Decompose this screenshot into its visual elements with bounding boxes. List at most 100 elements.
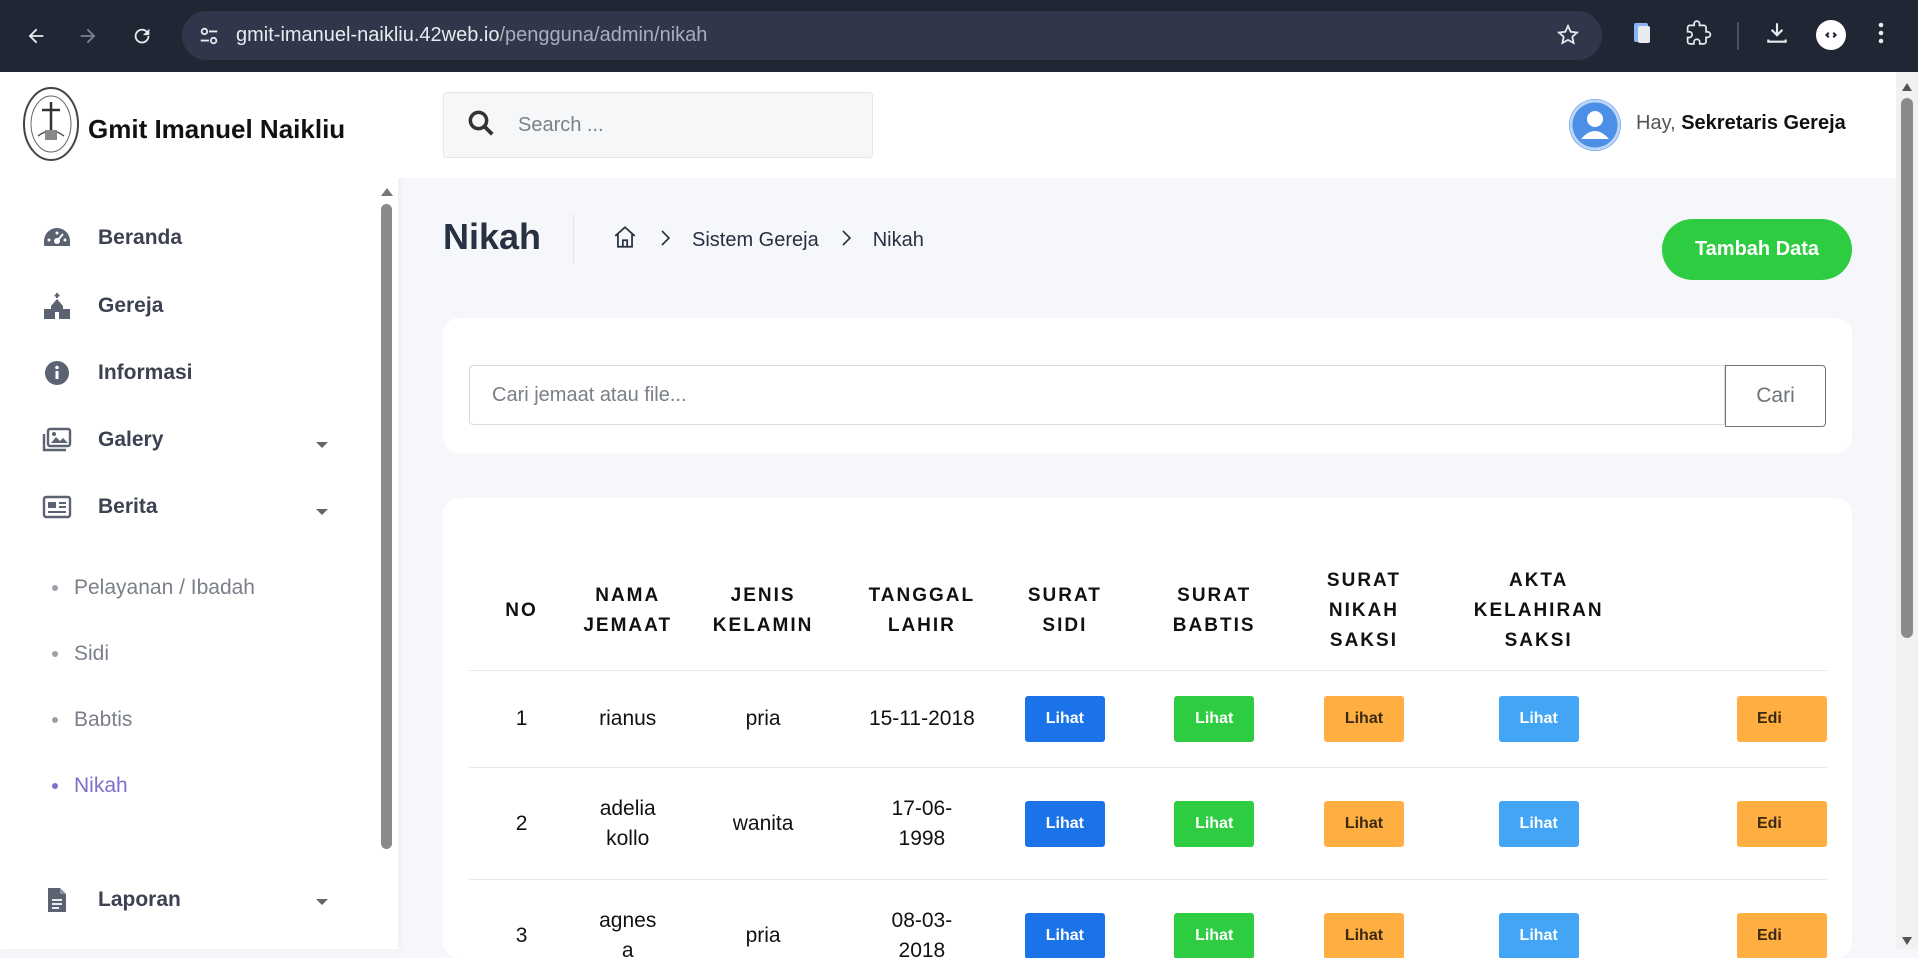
chevron-right-icon <box>660 229 670 252</box>
user-avatar-icon[interactable] <box>1569 99 1621 151</box>
extensions-puzzle-icon[interactable] <box>1686 20 1712 51</box>
breadcrumb-link[interactable]: Sistem Gereja <box>692 229 819 252</box>
laporan-caret-icon[interactable] <box>316 899 328 905</box>
scroll-down-icon[interactable] <box>1902 932 1912 950</box>
view-akta-kelahiran-button[interactable]: Lihat <box>1499 696 1579 742</box>
greeting-prefix: Hay, <box>1636 112 1676 134</box>
info-icon <box>40 360 74 386</box>
cell-nama: rianus <box>574 671 681 768</box>
table-scroll-area[interactable]: NO NAMAJEMAAT JENISKELAMIN TANGGALLAHIR … <box>469 498 1827 958</box>
subitem-label: Pelayanan / Ibadah <box>74 576 255 600</box>
reload-icon[interactable] <box>126 20 158 52</box>
col-header-akta-kelahiran-saksi: AKTAKELAHIRANSAKSI <box>1430 552 1647 671</box>
download-icon[interactable] <box>1764 20 1790 51</box>
cell-aksi: Edi <box>1647 880 1827 958</box>
col-header-jenis: JENISKELAMIN <box>681 552 844 671</box>
sidebar-item-label: Gereja <box>98 294 163 318</box>
view-surat-nikah-saksi-button[interactable]: Lihat <box>1324 913 1404 958</box>
view-surat-babtis-button[interactable]: Lihat <box>1174 801 1254 847</box>
sidebar-item-galery[interactable]: Galery <box>40 420 340 460</box>
home-icon[interactable] <box>612 224 638 256</box>
profile-icon[interactable] <box>1816 20 1846 50</box>
scroll-up-icon[interactable] <box>1902 78 1912 96</box>
browser-toolbar: gmit-imanuel-naikliu.42web.io/pengguna/a… <box>0 0 1918 72</box>
subitem-pelayanan[interactable]: Pelayanan / Ibadah <box>52 576 255 600</box>
view-surat-sidi-button[interactable]: Lihat <box>1025 913 1105 958</box>
sidebar-scroll-up-icon[interactable] <box>380 184 394 202</box>
cell-aksi: Edi <box>1647 671 1827 768</box>
sidebar-item-beranda[interactable]: Beranda <box>40 218 340 258</box>
table-row: 3 agnesa pria 08-03-2018 Lihat Lihat Lih… <box>469 880 1827 958</box>
chevron-right-icon <box>841 229 851 252</box>
cell-surat-nikah-saksi: Lihat <box>1298 768 1431 880</box>
sidebar-item-label: Laporan <box>98 888 181 912</box>
view-surat-nikah-saksi-button[interactable]: Lihat <box>1324 696 1404 742</box>
view-surat-sidi-button[interactable]: Lihat <box>1025 801 1105 847</box>
view-surat-babtis-button[interactable]: Lihat <box>1174 913 1254 958</box>
address-bar[interactable]: gmit-imanuel-naikliu.42web.io/pengguna/a… <box>182 11 1602 60</box>
site-info-icon[interactable] <box>198 25 220 52</box>
bullet-dot <box>52 585 58 591</box>
col-header-no: NO <box>469 552 574 671</box>
brand-name[interactable]: Gmit Imanuel Naikliu <box>88 114 345 145</box>
edit-button[interactable]: Edi <box>1737 696 1827 742</box>
cell-akta-kelahiran-saksi: Lihat <box>1430 671 1647 768</box>
view-surat-sidi-button[interactable]: Lihat <box>1025 696 1105 742</box>
subitem-nikah[interactable]: Nikah <box>52 774 128 798</box>
sidebar-scrollbar[interactable] <box>381 204 392 849</box>
col-header-aksi <box>1647 552 1827 671</box>
edit-button[interactable]: Edi <box>1737 801 1827 847</box>
sidebar-item-laporan[interactable]: Laporan <box>40 880 340 920</box>
berita-caret-icon[interactable] <box>316 509 328 515</box>
cell-jenis: wanita <box>681 768 844 880</box>
subitem-babtis[interactable]: Babtis <box>52 708 132 732</box>
cell-tanggal: 17-06-1998 <box>845 768 999 880</box>
sidebar-item-label: Informasi <box>98 361 193 385</box>
cell-surat-babtis: Lihat <box>1131 768 1298 880</box>
sidebar-item-gereja[interactable]: Gereja <box>40 286 340 326</box>
sidebar-item-informasi[interactable]: Informasi <box>40 353 340 393</box>
church-icon <box>40 292 74 320</box>
add-data-button[interactable]: Tambah Data <box>1662 219 1852 280</box>
bookmark-star-icon[interactable] <box>1556 23 1580 52</box>
sidebar-item-label: Galery <box>98 428 163 452</box>
global-search[interactable] <box>443 92 873 158</box>
page-scroll-thumb[interactable] <box>1901 98 1913 638</box>
subitem-label: Babtis <box>74 708 132 732</box>
top-header: Hay, Sekretaris Gereja <box>398 72 1896 178</box>
forward-icon[interactable] <box>72 20 104 52</box>
bullet-dot <box>52 651 58 657</box>
subitem-sidi[interactable]: Sidi <box>52 642 109 666</box>
page-title: Nikah <box>443 216 541 258</box>
view-surat-nikah-saksi-button[interactable]: Lihat <box>1324 801 1404 847</box>
search-icon[interactable] <box>466 108 496 143</box>
search-input[interactable] <box>516 113 840 138</box>
filter-input[interactable] <box>469 365 1725 425</box>
edit-button[interactable]: Edi <box>1737 913 1827 958</box>
cell-tanggal: 15-11-2018 <box>845 671 999 768</box>
view-akta-kelahiran-button[interactable]: Lihat <box>1499 913 1579 958</box>
menu-kebab-icon[interactable] <box>1876 20 1886 51</box>
view-akta-kelahiran-button[interactable]: Lihat <box>1499 801 1579 847</box>
col-header-nama: NAMAJEMAAT <box>574 552 681 671</box>
title-divider <box>573 214 574 264</box>
back-icon[interactable] <box>20 20 52 52</box>
extension-doc-icon[interactable] <box>1630 20 1654 51</box>
toolbar-divider <box>1737 22 1739 50</box>
view-surat-babtis-button[interactable]: Lihat <box>1174 696 1254 742</box>
user-greeting[interactable]: Hay, Sekretaris Gereja <box>1636 112 1846 135</box>
sidebar: Gmit Imanuel Naikliu Beranda Gereja Info… <box>0 72 398 949</box>
cell-akta-kelahiran-saksi: Lihat <box>1430 768 1647 880</box>
bullet-dot <box>52 717 58 723</box>
filter-search-button[interactable]: Cari <box>1725 365 1826 427</box>
subitem-label: Sidi <box>74 642 109 666</box>
table-header-row: NO NAMAJEMAAT JENISKELAMIN TANGGALLAHIR … <box>469 552 1827 671</box>
news-icon <box>40 495 74 519</box>
cell-no: 2 <box>469 768 574 880</box>
sidebar-item-berita[interactable]: Berita <box>40 487 340 527</box>
col-header-tanggal: TANGGALLAHIR <box>845 552 999 671</box>
cell-surat-nikah-saksi: Lihat <box>1298 880 1431 958</box>
church-logo[interactable] <box>22 86 80 162</box>
page-scrollbar[interactable] <box>1896 72 1918 949</box>
cell-jenis: pria <box>681 880 844 958</box>
